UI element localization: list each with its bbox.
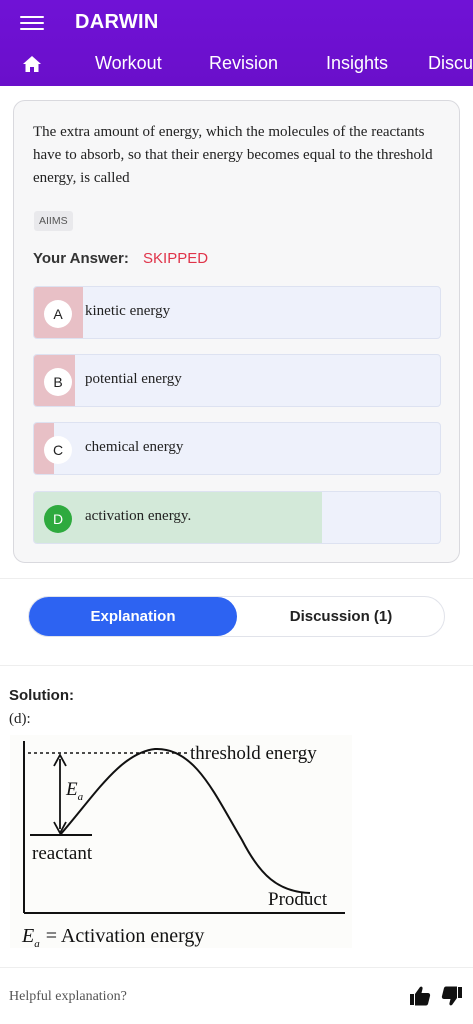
option-c-text: chemical energy: [85, 439, 184, 455]
thumbs-up-icon[interactable]: [409, 985, 431, 1007]
option-d-text: activation energy.: [85, 508, 192, 524]
energy-profile-diagram: threshold energy Ea reactant Product Ea =…: [10, 735, 352, 948]
ea-label: Ea: [65, 779, 84, 803]
option-d[interactable]: D activation energy.: [33, 491, 441, 544]
your-answer-label: Your Answer:: [33, 250, 129, 267]
energy-curve: [59, 747, 311, 894]
threshold-label: threshold energy: [190, 743, 317, 764]
caption: Ea = Activation energy: [21, 925, 204, 948]
tab-discussion[interactable]: Discussion (1): [237, 597, 445, 636]
solution-tabs: Explanation Discussion (1): [28, 596, 445, 637]
option-a-letter: A: [44, 300, 72, 328]
nav-workout[interactable]: Workout: [95, 53, 162, 74]
your-answer: Your Answer: SKIPPED: [33, 250, 208, 267]
divider: [0, 578, 473, 579]
option-a[interactable]: A kinetic energy: [33, 286, 441, 339]
divider: [0, 665, 473, 666]
nav-insights[interactable]: Insights: [326, 53, 388, 74]
divider: [0, 967, 473, 968]
menu-icon[interactable]: [20, 12, 44, 34]
nav-discussion[interactable]: Discu: [428, 53, 473, 74]
option-d-letter: D: [44, 505, 72, 533]
app-bar: DARWIN Workout Revision Insights Discu: [0, 0, 473, 86]
reactant-label: reactant: [32, 843, 93, 864]
solution-answer: (d):: [9, 711, 31, 727]
option-b-text: potential energy: [85, 371, 182, 387]
exam-tag: AIIMS: [34, 211, 73, 231]
option-b[interactable]: B potential energy: [33, 354, 441, 407]
product-label: Product: [268, 889, 328, 910]
option-c-letter: C: [44, 436, 72, 464]
thumbs-down-icon[interactable]: [441, 985, 463, 1007]
option-a-text: kinetic energy: [85, 303, 171, 319]
option-b-letter: B: [44, 368, 72, 396]
home-icon[interactable]: [22, 55, 42, 73]
app-title: DARWIN: [75, 11, 159, 33]
helpful-prompt: Helpful explanation?: [9, 989, 127, 1004]
question-card: The extra amount of energy, which the mo…: [13, 100, 460, 563]
top-nav: Workout Revision Insights Discu: [0, 48, 473, 84]
your-answer-status: SKIPPED: [143, 250, 209, 267]
tab-explanation[interactable]: Explanation: [29, 597, 237, 636]
option-c[interactable]: C chemical energy: [33, 422, 441, 475]
solution-label: Solution:: [9, 687, 74, 704]
nav-revision[interactable]: Revision: [209, 53, 278, 74]
question-text: The extra amount of energy, which the mo…: [33, 124, 433, 186]
